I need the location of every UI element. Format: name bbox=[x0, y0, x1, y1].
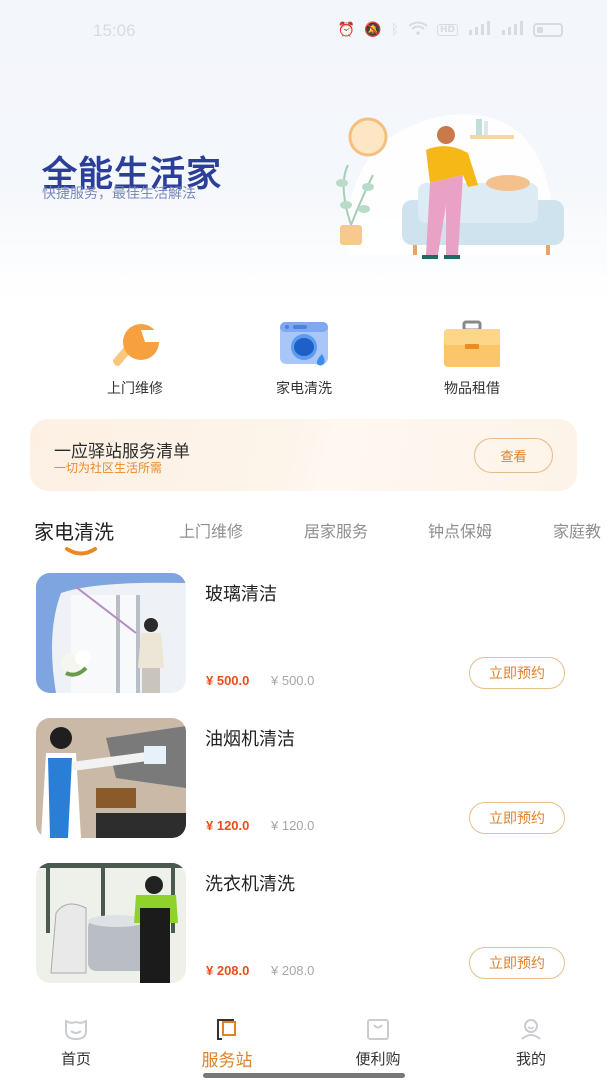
profile-icon bbox=[518, 1017, 544, 1041]
tab-appliance-cleaning[interactable]: 家电清洗 bbox=[34, 516, 114, 545]
service-title: 洗衣机清洗 bbox=[205, 874, 295, 895]
banner-subtitle: 一切为社区生活所需 bbox=[54, 461, 163, 475]
wifi-icon bbox=[408, 21, 428, 39]
lifestyle-illustration bbox=[336, 114, 564, 259]
service-price: ¥ 120.0 bbox=[206, 818, 250, 833]
status-time: 15:06 bbox=[93, 21, 136, 40]
person-head bbox=[437, 126, 455, 144]
home-indicator[interactable] bbox=[203, 1073, 405, 1078]
tab-home-tutoring[interactable]: 家庭教 bbox=[553, 518, 601, 542]
service-item[interactable]: 玻璃清洁 ¥ 500.0 ¥ 500.0 立即预约 bbox=[0, 570, 607, 695]
shopping-bag-icon bbox=[365, 1017, 391, 1041]
service-title: 玻璃清洁 bbox=[205, 584, 277, 605]
service-title: 油烟机清洁 bbox=[205, 729, 295, 750]
book-now-button[interactable]: 立即预约 bbox=[469, 947, 565, 979]
hd-icon: HD bbox=[436, 24, 458, 36]
tab-home-repair[interactable]: 上门维修 bbox=[179, 518, 243, 542]
service-item[interactable]: 洗衣机清洗 ¥ 208.0 ¥ 208.0 立即预约 bbox=[0, 860, 607, 985]
nav-profile[interactable]: 我的 bbox=[481, 1017, 581, 1069]
service-thumbnail-range-hood bbox=[36, 718, 186, 838]
quick-action-label: 家电清洗 bbox=[276, 381, 332, 397]
view-button[interactable]: 查看 bbox=[474, 438, 553, 473]
hero-subtitle: 快捷服务，最佳生活解法 bbox=[42, 186, 196, 202]
service-original-price: ¥ 208.0 bbox=[271, 963, 315, 978]
nav-label: 首页 bbox=[60, 1050, 91, 1068]
tab-hourly-nanny[interactable]: 钟点保姆 bbox=[428, 518, 492, 542]
bluetooth-icon: ᛒ bbox=[390, 22, 399, 38]
category-tabs: 家电清洗 上门维修 居家服务 钟点保姆 家庭教 bbox=[0, 512, 607, 557]
washing-machine-icon bbox=[276, 320, 332, 368]
mute-icon: 🔕 bbox=[364, 22, 382, 38]
bottom-nav: 首页 服务站 便利购 我的 bbox=[0, 1005, 607, 1080]
status-icons: ⏰ 🔕 ᛒ HD bbox=[338, 21, 563, 39]
wrench-icon bbox=[107, 320, 163, 368]
briefcase-icon bbox=[444, 320, 502, 368]
home-icon bbox=[63, 1017, 89, 1041]
battery-icon bbox=[533, 23, 563, 37]
quick-action-label: 上门维修 bbox=[107, 381, 163, 397]
quick-actions: 上门维修 家电清洗 物品租借 bbox=[0, 320, 607, 400]
book-now-button[interactable]: 立即预约 bbox=[469, 802, 565, 834]
nav-label: 便利购 bbox=[355, 1050, 401, 1068]
signal-4g-icon bbox=[467, 21, 491, 39]
shelf bbox=[470, 135, 514, 139]
nav-home[interactable]: 首页 bbox=[26, 1017, 126, 1069]
quick-action-repair[interactable]: 上门维修 bbox=[75, 320, 195, 398]
service-original-price: ¥ 500.0 bbox=[271, 673, 315, 688]
service-thumbnail-washing-machine bbox=[36, 863, 186, 983]
service-list-banner[interactable]: 一应驿站服务清单 一切为社区生活所需 查看 bbox=[30, 419, 577, 491]
service-thumbnail-glass bbox=[36, 573, 186, 693]
cat bbox=[486, 175, 530, 191]
tab-home-services[interactable]: 居家服务 bbox=[304, 518, 368, 542]
plant-pot bbox=[340, 225, 362, 245]
nav-service-station[interactable]: 服务站 bbox=[177, 1017, 277, 1071]
alarm-icon: ⏰ bbox=[337, 22, 356, 38]
nav-convenience-shop[interactable]: 便利购 bbox=[328, 1017, 428, 1069]
nav-label: 服务站 bbox=[201, 1051, 253, 1071]
service-item[interactable]: 油烟机清洁 ¥ 120.0 ¥ 120.0 立即预约 bbox=[0, 715, 607, 840]
clock-icon bbox=[348, 117, 388, 157]
service-station-icon bbox=[214, 1017, 240, 1041]
service-price: ¥ 500.0 bbox=[206, 673, 250, 688]
service-original-price: ¥ 120.0 bbox=[271, 818, 315, 833]
active-tab-indicator bbox=[65, 547, 97, 556]
service-price: ¥ 208.0 bbox=[206, 963, 250, 978]
book-now-button[interactable]: 立即预约 bbox=[469, 657, 565, 689]
signal-5g-icon bbox=[500, 21, 524, 39]
quick-action-rental[interactable]: 物品租借 bbox=[412, 320, 532, 398]
nav-label: 我的 bbox=[515, 1050, 546, 1068]
quick-action-label: 物品租借 bbox=[444, 381, 500, 397]
status-bar: 15:06 ⏰ 🔕 ᛒ HD bbox=[0, 18, 607, 46]
hero-banner: 15:06 ⏰ 🔕 ᛒ HD 全能生活家 快捷服务，最佳生活解法 bbox=[0, 0, 607, 300]
quick-action-appliance-cleaning[interactable]: 家电清洗 bbox=[244, 320, 364, 398]
